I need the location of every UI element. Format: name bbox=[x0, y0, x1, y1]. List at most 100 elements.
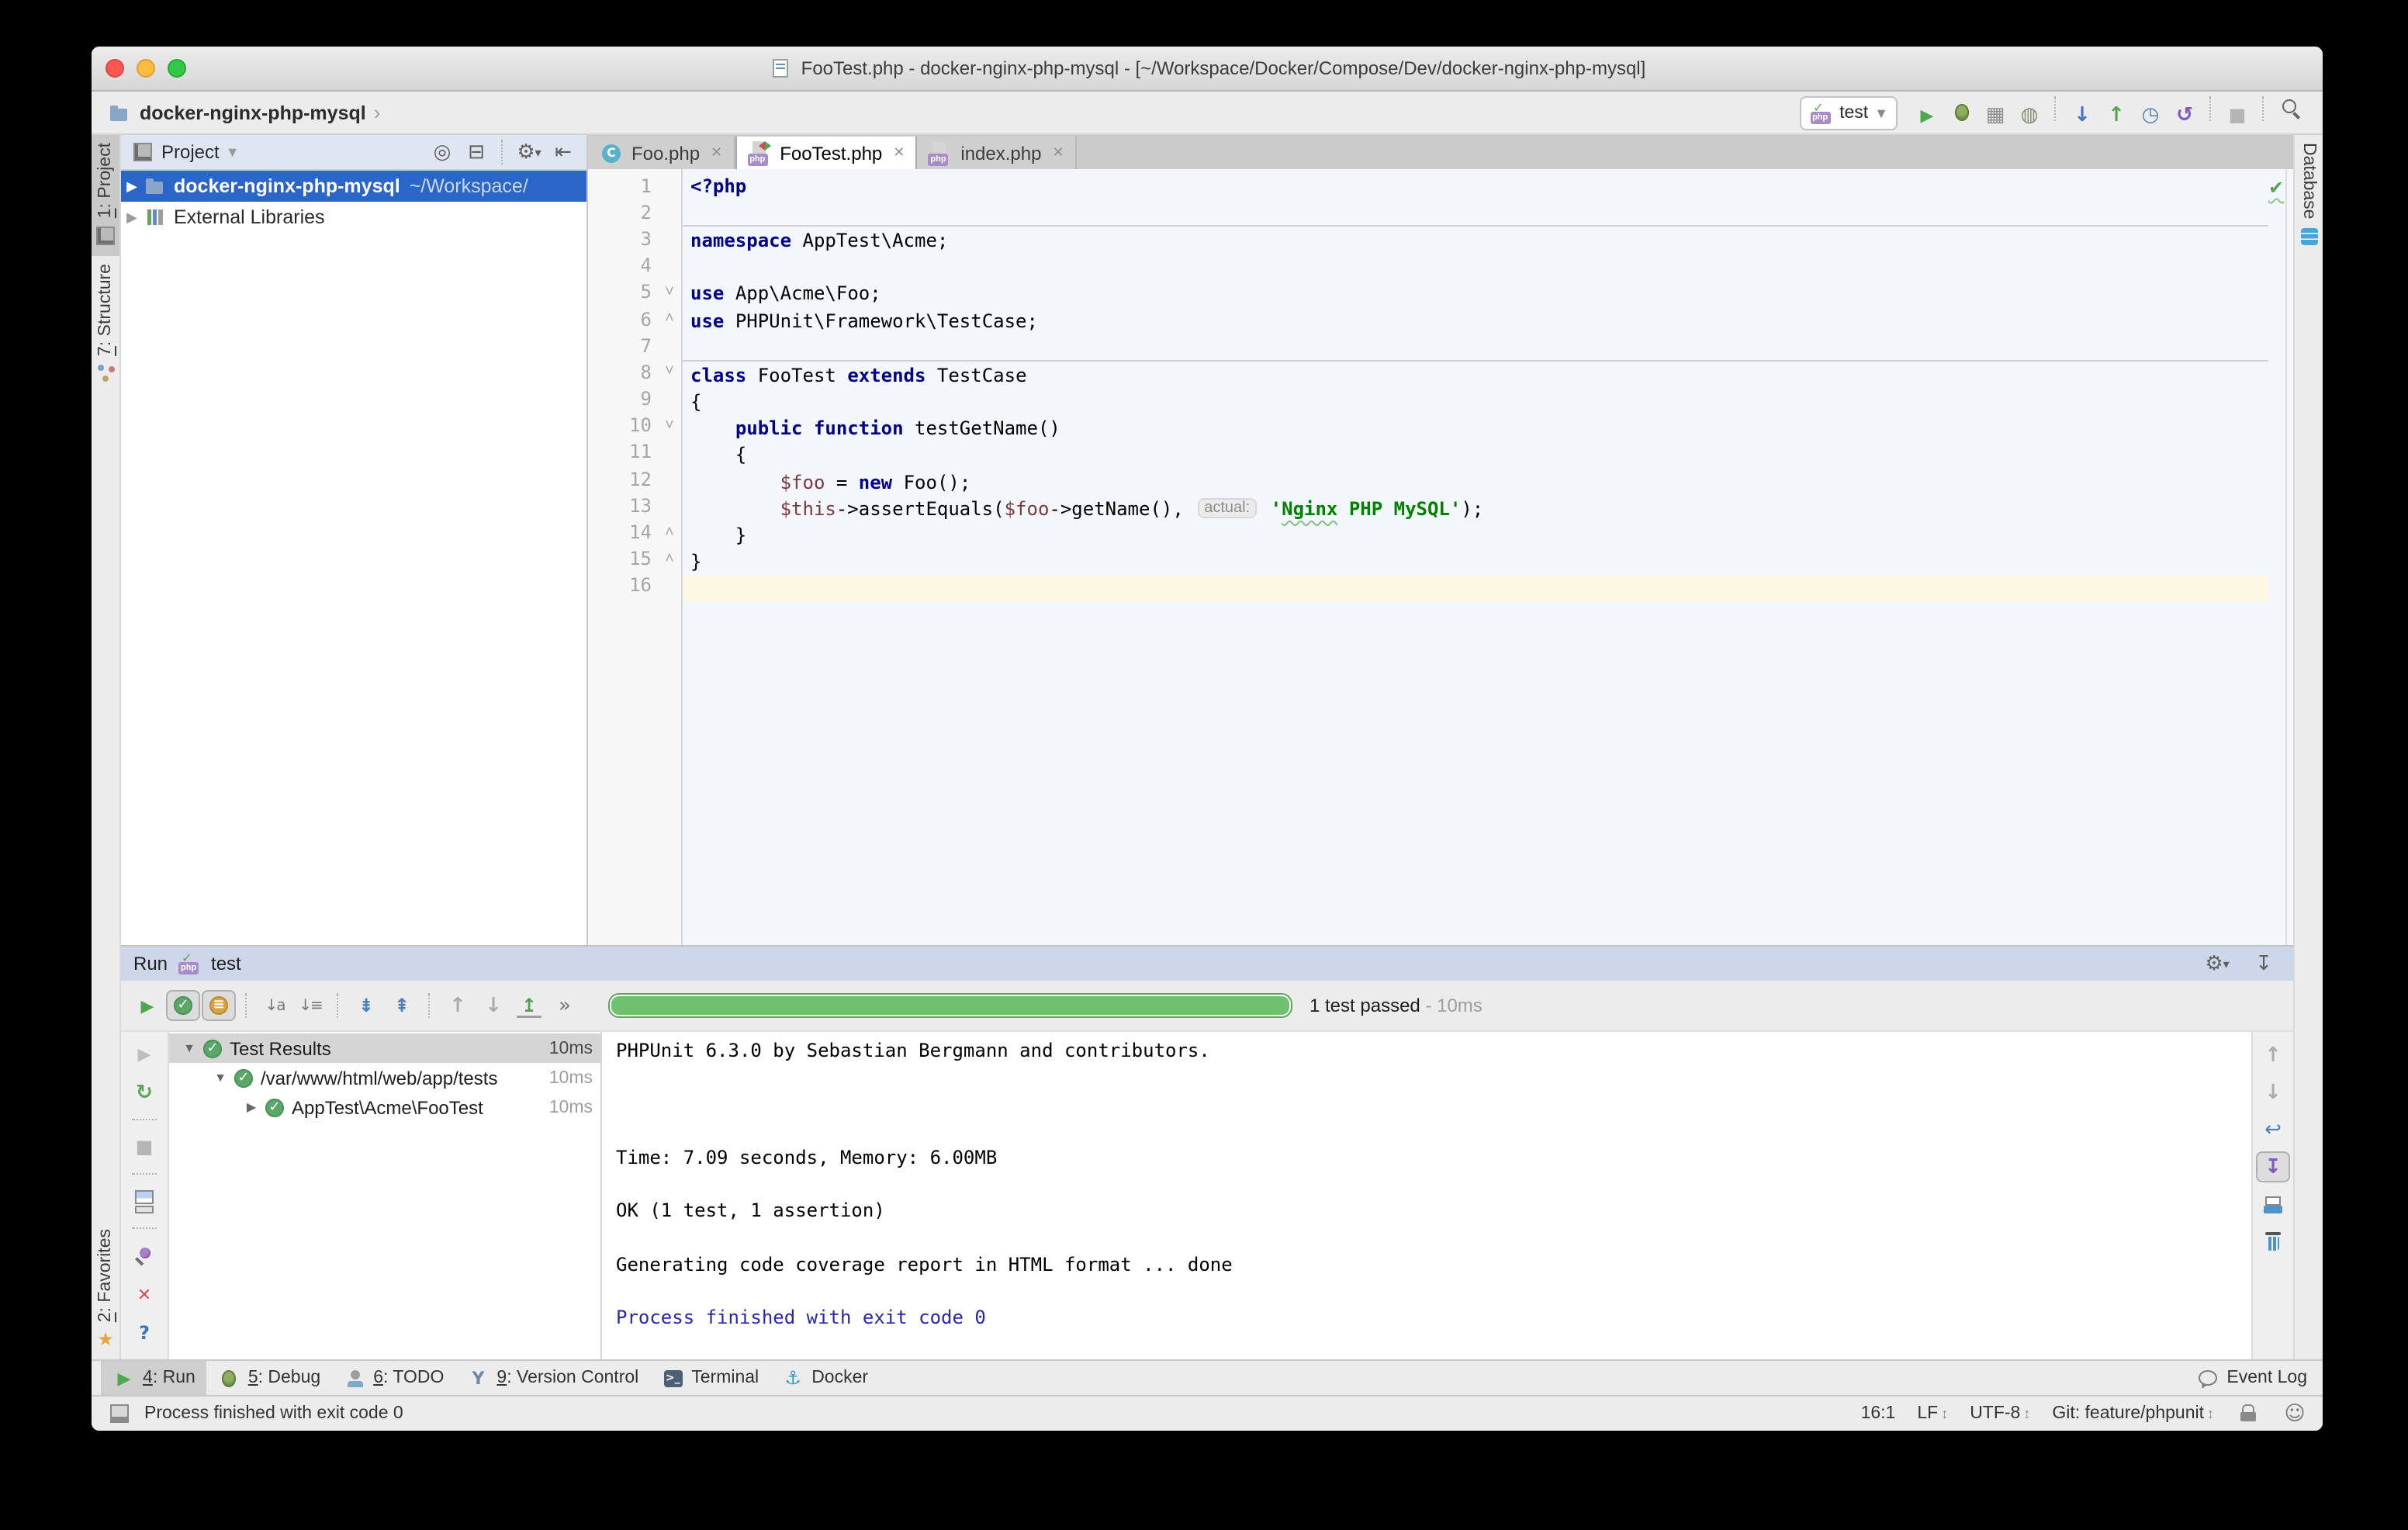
expand-arrow-icon[interactable]: ▼ bbox=[209, 1071, 231, 1085]
chevron-down-icon[interactable]: ▼ bbox=[226, 144, 240, 160]
run-with-coverage-button[interactable] bbox=[1978, 101, 2012, 132]
expand-arrow-icon[interactable]: ▼ bbox=[178, 1041, 200, 1055]
fold-marker-icon[interactable]: ˄ bbox=[658, 310, 681, 327]
test-tree-item[interactable]: ▼Test Results10ms bbox=[169, 1033, 600, 1063]
next-message-button[interactable] bbox=[2256, 1077, 2290, 1108]
hide-panel-button[interactable] bbox=[2247, 948, 2281, 979]
show-ignored-toggle[interactable] bbox=[202, 990, 236, 1021]
collapse-all-button[interactable] bbox=[385, 990, 419, 1021]
show-passed-toggle[interactable] bbox=[166, 990, 200, 1021]
inspections-ok-icon[interactable] bbox=[2264, 175, 2289, 200]
editor-code[interactable]: <?phpnamespace AppTest\Acme;use App\Acme… bbox=[683, 169, 2268, 945]
hide-panel-button[interactable] bbox=[546, 137, 580, 168]
project-tree-item[interactable]: ▶docker-nginx-php-mysql~/Workspace/ bbox=[121, 171, 586, 202]
rerun-failed-tests-button[interactable] bbox=[127, 1038, 161, 1069]
code-editor[interactable]: 12345˅6˄78˅910˅11121314˄15˄16 <?phpnames… bbox=[588, 169, 2293, 945]
git-branch[interactable]: Git: feature/phpunit bbox=[2052, 1404, 2214, 1423]
gutter-line[interactable]: 15˄ bbox=[588, 545, 681, 572]
scroll-to-end-toggle[interactable] bbox=[2256, 1151, 2290, 1182]
collapse-all-button[interactable] bbox=[459, 137, 493, 168]
gutter-line[interactable]: 13 bbox=[588, 493, 681, 519]
previous-occurrence-button[interactable] bbox=[441, 990, 475, 1021]
event-log-button[interactable]: Event Log bbox=[2195, 1366, 2313, 1390]
close-tab-icon[interactable]: ✕ bbox=[893, 144, 905, 161]
vcs-update-button[interactable] bbox=[2065, 101, 2099, 132]
caret-position[interactable]: 16:1 bbox=[1861, 1404, 1896, 1423]
clear-all-button[interactable] bbox=[2256, 1226, 2290, 1257]
expand-arrow-icon[interactable]: ▶ bbox=[121, 209, 143, 226]
gutter-line[interactable]: 9 bbox=[588, 386, 681, 412]
fold-marker-icon[interactable]: ˄ bbox=[658, 550, 681, 567]
fold-marker-icon[interactable]: ˅ bbox=[658, 284, 681, 301]
search-everywhere-button[interactable] bbox=[2273, 94, 2307, 125]
breadcrumb-project[interactable]: docker-nginx-php-mysql bbox=[140, 102, 366, 123]
expand-arrow-icon[interactable]: ▶ bbox=[121, 178, 143, 195]
rerun-button[interactable] bbox=[130, 990, 164, 1021]
settings-button[interactable] bbox=[512, 137, 546, 168]
tool-window-button-debug[interactable]: 5: Debug bbox=[206, 1361, 331, 1395]
fold-marker-icon[interactable]: ˅ bbox=[658, 364, 681, 381]
gutter-line[interactable]: 16 bbox=[588, 573, 681, 599]
gutter-line[interactable]: 3 bbox=[588, 226, 681, 252]
select-opened-file-button[interactable] bbox=[425, 137, 459, 168]
gutter-line[interactable]: 4 bbox=[588, 252, 681, 279]
tool-window-button-project[interactable]: 1: Project bbox=[92, 135, 119, 255]
expand-all-button[interactable] bbox=[349, 990, 383, 1021]
preview-layout-button[interactable] bbox=[127, 1186, 161, 1217]
gutter-line[interactable]: 1 bbox=[588, 172, 681, 199]
readonly-toggle[interactable] bbox=[2236, 1401, 2261, 1426]
editor-tab-index-php[interactable]: index.php✕ bbox=[917, 137, 1076, 169]
gutter-line[interactable]: 6˄ bbox=[588, 306, 681, 332]
line-separator[interactable]: LF bbox=[1917, 1404, 1948, 1423]
tool-window-button-version-control[interactable]: 9: Version Control bbox=[455, 1361, 649, 1395]
tool-window-toggle-icon[interactable] bbox=[107, 1401, 132, 1426]
prev-message-button[interactable] bbox=[2256, 1040, 2290, 1071]
soft-wrap-toggle[interactable] bbox=[2256, 1114, 2290, 1145]
gutter-line[interactable]: 5˅ bbox=[588, 279, 681, 306]
gutter-line[interactable]: 8˅ bbox=[588, 359, 681, 386]
help-button[interactable] bbox=[127, 1317, 161, 1348]
test-history-button[interactable] bbox=[512, 990, 546, 1021]
project-tree-item[interactable]: ▶External Libraries bbox=[121, 202, 586, 233]
sort-by-duration-toggle[interactable] bbox=[293, 990, 327, 1021]
close-button[interactable] bbox=[127, 1279, 161, 1310]
gutter-line[interactable]: 10˅ bbox=[588, 412, 681, 438]
gutter-line[interactable]: 12 bbox=[588, 466, 681, 492]
tool-window-button-run[interactable]: 4: Run bbox=[101, 1361, 206, 1395]
fold-marker-icon[interactable]: ˅ bbox=[658, 417, 681, 434]
more-button[interactable] bbox=[548, 990, 582, 1021]
run-configuration-select[interactable]: test ▼ bbox=[1799, 95, 1898, 130]
tool-window-button-favorites[interactable]: 2: Favorites bbox=[92, 1221, 119, 1359]
tool-window-button-structure[interactable]: 7: Structure bbox=[92, 255, 119, 393]
gutter-line[interactable]: 11 bbox=[588, 439, 681, 466]
tool-window-button-todo[interactable]: 6: TODO bbox=[331, 1361, 455, 1395]
debug-button[interactable] bbox=[1944, 98, 1978, 129]
next-occurrence-button[interactable] bbox=[476, 990, 510, 1021]
breadcrumb[interactable]: docker-nginx-php-mysql › bbox=[107, 100, 380, 125]
console-output[interactable]: PHPUnit 6.3.0 by Sebastian Bergmann and … bbox=[600, 1032, 2251, 1359]
tool-window-button-terminal[interactable]: Terminal bbox=[649, 1361, 770, 1395]
settings-button[interactable] bbox=[2200, 948, 2234, 979]
close-tab-icon[interactable]: ✕ bbox=[711, 144, 722, 161]
gutter-line[interactable]: 7 bbox=[588, 332, 681, 358]
sort-alphabetically-toggle[interactable] bbox=[258, 990, 292, 1021]
close-tab-icon[interactable]: ✕ bbox=[1052, 144, 1064, 161]
highlighting-level-button[interactable] bbox=[2282, 1401, 2307, 1426]
fold-marker-icon[interactable]: ˄ bbox=[658, 524, 681, 541]
file-encoding[interactable]: UTF-8 bbox=[1970, 1404, 2030, 1423]
rollback-button[interactable] bbox=[2168, 101, 2202, 132]
editor-tab-footest-php[interactable]: FooTest.php✕ bbox=[735, 137, 917, 169]
test-tree-item[interactable]: ▼/var/www/html/web/app/tests10ms bbox=[169, 1063, 600, 1092]
pin-tab-button[interactable] bbox=[127, 1240, 161, 1271]
tool-window-button-docker[interactable]: Docker bbox=[770, 1361, 879, 1395]
profiler-button[interactable] bbox=[2012, 101, 2046, 132]
recent-changes-button[interactable] bbox=[2133, 101, 2168, 132]
run-button[interactable] bbox=[1910, 101, 1944, 132]
gutter-line[interactable]: 14˄ bbox=[588, 519, 681, 545]
expand-arrow-icon[interactable]: ▶ bbox=[240, 1100, 262, 1114]
toggle-auto-test-button[interactable] bbox=[127, 1077, 161, 1108]
print-button[interactable] bbox=[2256, 1189, 2290, 1220]
vcs-commit-button[interactable] bbox=[2099, 101, 2133, 132]
editor-tab-foo-php[interactable]: Foo.php✕ bbox=[588, 137, 735, 169]
gutter-line[interactable]: 2 bbox=[588, 199, 681, 225]
